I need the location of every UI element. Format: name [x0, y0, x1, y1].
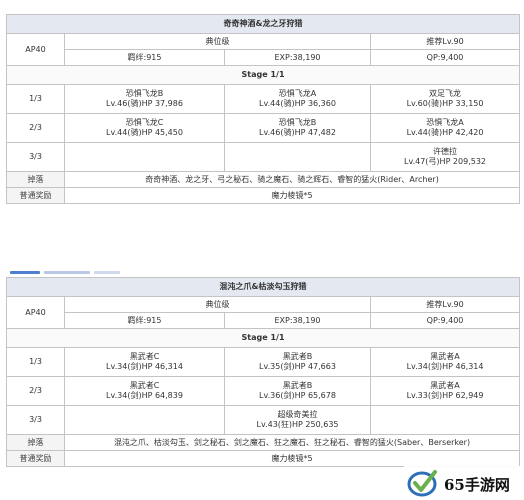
exp-reward: EXP:38,190 — [224, 49, 371, 66]
qp-reward: QP:9,400 — [369, 312, 521, 329]
enemy-name: 黑武者A — [430, 381, 460, 390]
enemy-stats: Lv.34(剑)HP 64,839 — [106, 391, 183, 400]
tab-indicator — [44, 271, 90, 274]
enemy-cell: 恐惧飞龙B Lv.46(骑)HP 47,482 — [224, 113, 371, 143]
recommended-level: 推荐Lv.90 — [369, 296, 521, 313]
enemy-cell — [224, 142, 371, 172]
bond-points: 羁绊:915 — [64, 312, 225, 329]
quest-table-1: 奇奇神酒&龙之牙狩猎 AP40 典位级 推荐Lv.90 羁绊:915 EXP:3… — [5, 14, 521, 204]
enemy-stats: Lv.44(骑)HP 45,450 — [106, 128, 183, 137]
site-watermark: 65手游网 — [404, 466, 524, 500]
reward-label: 普通奖励 — [6, 187, 65, 204]
enemy-stats: Lv.44(骑)HP 36,360 — [259, 99, 336, 108]
drops-list: 混沌之爪、枯淡勾玉、剑之秘石、剑之魔石、狂之魔石、狂之秘石、睿智的猛火(Sabe… — [63, 434, 521, 451]
drops-list: 奇奇神酒、龙之牙、弓之秘石、骑之魔石、骑之辉石、睿智的猛火(Rider、Arch… — [63, 171, 521, 188]
enemy-stats: Lv.60(骑)HP 33,150 — [406, 99, 484, 108]
enemy-name: 恐惧飞龙B — [125, 89, 164, 98]
wave-row: 2/3 黑武者C Lv.34(剑)HP 64,839 黑武者B Lv.36(剑)HP… — [6, 376, 521, 406]
difficulty-label: 典位级 — [64, 33, 371, 50]
wave-row: 1/3 黑武者C Lv.34(剑)HP 46,314 黑武者B Lv.35(剑)HP… — [6, 347, 521, 377]
enemy-cell: 黑武者A Lv.34(剑)HP 46,314 — [369, 347, 521, 377]
enemy-cell: 恐惧飞龙A Lv.44(骑)HP 42,420 — [369, 113, 521, 143]
enemy-stats: Lv.36(剑)HP 65,678 — [259, 391, 336, 400]
enemy-cell: 黑武者B Lv.35(剑)HP 47,663 — [224, 347, 371, 377]
ap-cost: AP40 — [6, 296, 65, 329]
enemy-name: 黑武者C — [129, 352, 160, 361]
enemy-stats: Lv.43(狂)HP 250,635 — [256, 420, 339, 429]
enemy-name: 黑武者C — [129, 381, 160, 390]
ap-cost: AP40 — [6, 33, 65, 66]
stage-header: Stage 1/1 — [5, 65, 521, 85]
wave-label: 3/3 — [6, 142, 65, 172]
stage-header: Stage 1/1 — [5, 328, 521, 348]
wave-label: 2/3 — [6, 113, 65, 143]
quest-title: 奇奇神酒&龙之牙狩猎 — [5, 14, 521, 34]
enemy-cell: 黑武者A Lv.33(剑)HP 62,949 — [369, 376, 521, 406]
reward-value: 魔力棱镜*5 — [63, 187, 521, 204]
enemy-stats: Lv.44(骑)HP 42,420 — [406, 128, 484, 137]
enemy-stats: Lv.34(剑)HP 46,314 — [406, 362, 484, 371]
bond-points: 羁绊:915 — [64, 49, 225, 66]
enemy-name: 许德拉 — [433, 147, 458, 156]
enemy-stats: Lv.35(剑)HP 47,663 — [259, 362, 336, 371]
enemy-cell: 恐惧飞龙A Lv.44(骑)HP 36,360 — [224, 84, 371, 114]
enemy-cell: 黑武者C Lv.34(剑)HP 64,839 — [64, 376, 225, 406]
enemy-cell: 黑武者C Lv.34(剑)HP 46,314 — [64, 347, 225, 377]
wave-row: 3/3 超级奇美拉 Lv.43(狂)HP 250,635 — [6, 405, 521, 435]
section-tab-strip — [10, 268, 120, 276]
enemy-stats: Lv.46(骑)HP 47,482 — [259, 128, 336, 137]
wave-label: 1/3 — [6, 347, 65, 377]
exp-reward: EXP:38,190 — [224, 312, 371, 329]
wave-row: 2/3 恐惧飞龙C Lv.44(骑)HP 45,450 恐惧飞龙B Lv.46(骑)… — [6, 113, 521, 143]
quest-table-2: 混沌之爪&枯淡勾玉狩猎 AP40 典位级 推荐Lv.90 羁绊:915 EXP:… — [5, 277, 521, 467]
enemy-name: 恐惧飞龙B — [278, 118, 317, 127]
enemy-stats: Lv.47(弓)HP 209,532 — [404, 157, 487, 166]
enemy-cell: 恐惧飞龙C Lv.44(骑)HP 45,450 — [64, 113, 225, 143]
drops-label: 掉落 — [6, 434, 65, 451]
enemy-name: 恐惧飞龙A — [426, 118, 464, 127]
reward-value: 魔力棱镜*5 — [63, 450, 521, 467]
enemy-cell: 超级奇美拉 Lv.43(狂)HP 250,635 — [224, 405, 371, 435]
enemy-name: 双足飞龙 — [429, 89, 462, 98]
enemy-name: 超级奇美拉 — [277, 410, 318, 419]
enemy-stats: Lv.46(骑)HP 37,986 — [106, 99, 183, 108]
enemy-cell: 恐惧飞龙B Lv.46(骑)HP 37,986 — [64, 84, 225, 114]
enemy-cell — [64, 405, 225, 435]
wave-label: 1/3 — [6, 84, 65, 114]
recommended-level: 推荐Lv.90 — [369, 33, 521, 50]
checkmark-logo-icon — [407, 470, 437, 497]
enemy-name: 黑武者A — [430, 352, 460, 361]
tab-indicator — [94, 271, 120, 274]
enemy-cell: 双足飞龙 Lv.60(骑)HP 33,150 — [369, 84, 521, 114]
enemy-stats: Lv.33(剑)HP 62,949 — [406, 391, 484, 400]
enemy-cell: 许德拉 Lv.47(弓)HP 209,532 — [369, 142, 521, 172]
quest-title: 混沌之爪&枯淡勾玉狩猎 — [5, 277, 521, 297]
reward-label: 普通奖励 — [6, 450, 65, 467]
enemy-cell: 黑武者B Lv.36(剑)HP 65,678 — [224, 376, 371, 406]
drops-label: 掉落 — [6, 171, 65, 188]
wave-row: 1/3 恐惧飞龙B Lv.46(骑)HP 37,986 恐惧飞龙A Lv.44(骑)… — [6, 84, 521, 114]
wave-row: 3/3 许德拉 Lv.47(弓)HP 209,532 — [6, 142, 521, 172]
enemy-cell — [369, 405, 521, 435]
enemy-name: 黑武者B — [282, 352, 313, 361]
wave-label: 3/3 — [6, 405, 65, 435]
enemy-stats: Lv.34(剑)HP 46,314 — [106, 362, 183, 371]
difficulty-label: 典位级 — [64, 296, 371, 313]
enemy-name: 恐惧飞龙C — [125, 118, 164, 127]
watermark-text: 65手游网 — [444, 476, 510, 494]
qp-reward: QP:9,400 — [369, 49, 521, 66]
enemy-name: 黑武者B — [282, 381, 313, 390]
enemy-name: 恐惧飞龙A — [278, 89, 317, 98]
tab-indicator-active — [10, 271, 40, 274]
wave-label: 2/3 — [6, 376, 65, 406]
enemy-cell — [64, 142, 225, 172]
